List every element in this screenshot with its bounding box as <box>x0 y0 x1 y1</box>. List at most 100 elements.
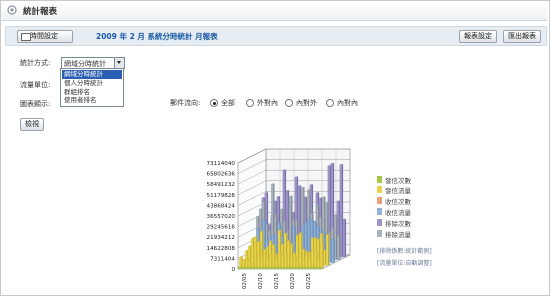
method-option-user[interactable]: 使用者排名 <box>62 96 122 105</box>
radio-label: 內對內 <box>337 99 358 107</box>
legend-label: 排除次數 <box>385 220 411 228</box>
chart-bar <box>285 266 289 270</box>
note-exclusion: [排除係數:統計範例] <box>377 248 432 255</box>
chart-bar <box>272 249 275 269</box>
title-bar: 統計報表 <box>1 1 547 21</box>
direction-label: 郵件流向: <box>170 99 201 107</box>
calendar-icon <box>21 33 31 41</box>
chart-bar <box>302 258 305 269</box>
chart-bar <box>288 266 292 270</box>
method-option-domain[interactable]: 網域分時統計 <box>62 70 122 79</box>
chart-bar <box>282 266 286 270</box>
unit-label: 流量單位: <box>20 81 51 89</box>
chart-bar <box>249 266 253 270</box>
y-tick-label: 73114040 <box>207 161 236 167</box>
x-tick-label: 02/20 <box>290 273 296 290</box>
chart-bar <box>293 257 296 269</box>
note-unit: [流量單位:自動調整] <box>377 260 432 267</box>
report-toolbar: 時間設定 2009 年 2 月 系統分時統計 月報表 報表設定 匯出報表 <box>5 26 547 46</box>
y-tick-label: 65802636 <box>207 172 236 178</box>
radio-button[interactable] <box>210 99 218 107</box>
export-report-button[interactable]: 匯出報表 <box>503 30 541 43</box>
radio-label: 內對外 <box>296 99 317 107</box>
chart-bar <box>279 266 283 270</box>
chart-bar <box>252 266 256 270</box>
chart-bar <box>261 266 265 270</box>
radio-button[interactable] <box>326 99 334 107</box>
y-tick-label: 29245616 <box>207 225 236 231</box>
chart-bar <box>291 266 295 270</box>
chart-y-ticks: 0 7311404 14622808 21934212 29245616 36557020… <box>207 161 236 273</box>
method-dropdown: 網域分時統計 個人分時統計 群組排名 使用者排名 <box>60 68 124 107</box>
legend-swatch <box>377 219 382 226</box>
circle-icon <box>7 5 17 15</box>
chart-bar <box>239 257 242 269</box>
chart-bar <box>297 266 301 270</box>
radio-label: 外對內 <box>257 99 278 107</box>
chart-x-ticks: 02/05 02/10 02/15 02/20 02/25 <box>242 273 312 290</box>
legend-label: 排除流量 <box>385 231 411 239</box>
legend-label: 發信流量 <box>385 187 411 195</box>
legend-swatch <box>377 230 382 237</box>
chart-bar <box>281 255 284 269</box>
chart-bar <box>312 266 316 270</box>
chart-bar <box>240 266 244 270</box>
time-settings-button[interactable]: 時間設定 <box>17 30 73 43</box>
chevron-down-icon[interactable] <box>114 58 124 68</box>
y-tick-label: 14622808 <box>207 246 236 252</box>
chart-bar <box>331 239 334 263</box>
chart-bar <box>300 266 304 270</box>
chart-bar <box>287 243 290 269</box>
chart-bar <box>264 266 268 270</box>
chart-bar <box>243 266 247 270</box>
report-title: 2009 年 2 月 系統分時統計 月報表 <box>96 32 218 41</box>
legend-swatch <box>377 186 382 193</box>
x-tick-label: 02/15 <box>274 273 280 290</box>
chart-bar-side <box>333 238 335 263</box>
chart-bar <box>260 257 263 269</box>
chart-bar <box>308 258 311 269</box>
chart-bar <box>257 242 260 269</box>
chart-bar <box>267 266 271 270</box>
report-settings-button[interactable]: 報表設定 <box>459 30 497 43</box>
chart-bar <box>284 254 287 269</box>
chart-bar <box>299 246 302 269</box>
chart-bar <box>325 234 329 266</box>
radio-label: 全部 <box>221 99 235 107</box>
legend-label: 收信次數 <box>385 198 411 206</box>
legend-swatch <box>377 197 382 204</box>
y-tick-label: 0 <box>231 267 235 273</box>
chart-bar <box>311 250 314 269</box>
radio-button[interactable] <box>246 99 254 107</box>
chart-bar <box>246 266 250 270</box>
chart-bar-side <box>339 234 341 260</box>
chart-bar <box>290 257 293 269</box>
y-tick-label: 7311404 <box>210 256 235 262</box>
chart-bar <box>318 266 322 270</box>
x-tick-label: 02/25 <box>306 273 312 290</box>
y-tick-label: 36557020 <box>207 214 236 220</box>
chart-bar <box>306 266 310 270</box>
chart-bar <box>269 254 272 269</box>
chart-bar <box>315 266 319 270</box>
query-button[interactable]: 檢視 <box>20 118 44 131</box>
chart-bar-side <box>328 234 330 266</box>
chart-bar <box>255 266 259 270</box>
chart-bar <box>237 266 241 270</box>
page-title: 統計報表 <box>23 7 58 17</box>
method-option-personal[interactable]: 個人分時統計 <box>62 79 122 88</box>
legend-label: 發信次數 <box>385 177 411 185</box>
chart-bar <box>303 266 307 270</box>
traffic-chart: 0 7311404 14622808 21934212 29245616 36557020… <box>207 148 351 290</box>
chart-bar-side <box>344 218 347 258</box>
chart-bar <box>276 266 280 270</box>
chart-bar <box>278 252 281 269</box>
radio-button[interactable] <box>285 99 293 107</box>
y-tick-label: 51179828 <box>207 193 236 199</box>
chart-bar <box>294 266 298 270</box>
chart-bar <box>254 242 257 269</box>
legend-label: 收信流量 <box>385 209 411 217</box>
y-tick-label: 58491232 <box>207 182 235 188</box>
chart-bar-side <box>322 243 324 269</box>
method-label: 統計方式: <box>20 59 51 67</box>
